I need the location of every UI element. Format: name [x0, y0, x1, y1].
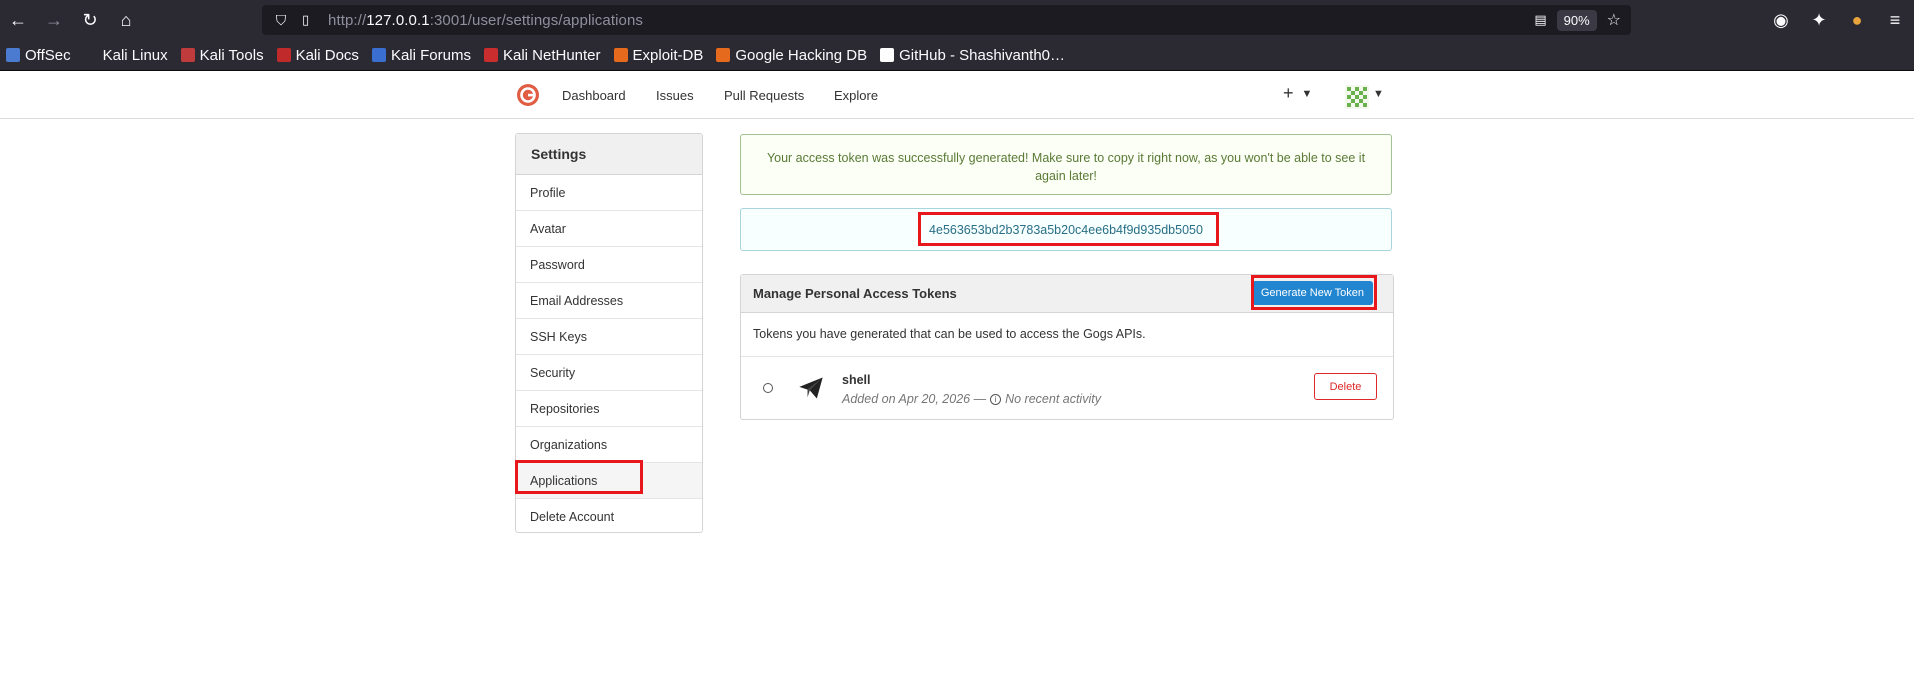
- bookmark-favicon-icon: [716, 48, 731, 62]
- bookmark-favicon-icon: [371, 48, 386, 62]
- sidebar-item-organizations[interactable]: Organizations: [516, 427, 702, 463]
- nav-explore[interactable]: Explore: [834, 71, 878, 119]
- caret-down-icon: ▼: [1301, 87, 1313, 100]
- bookmark-label: GitHub - Shashivanth0…: [899, 46, 1066, 64]
- sidebar-item-ssh-keys[interactable]: SSH Keys: [516, 319, 702, 355]
- bookmark-item[interactable]: Kali Linux: [83, 46, 168, 64]
- token-status-icon: [763, 383, 773, 393]
- bookmark-item[interactable]: Kali Tools: [180, 46, 264, 64]
- token-name: shell: [842, 373, 871, 387]
- bookmark-item[interactable]: Exploit-DB: [613, 46, 704, 64]
- bookmark-item[interactable]: GitHub - Shashivanth0…: [880, 47, 1065, 64]
- nav-dashboard[interactable]: Dashboard: [562, 71, 626, 119]
- delete-token-button[interactable]: Delete: [1314, 373, 1377, 400]
- bookmark-item[interactable]: Google Hacking DB: [716, 47, 867, 64]
- avatar-caret-icon[interactable]: ▼: [1373, 88, 1384, 100]
- bookmarks-bar: OffSec Kali Linux Kali Tools Kali Docs Kali …: [0, 40, 1914, 71]
- bookmark-favicon-icon: [180, 48, 195, 62]
- extension-avatar-icon[interactable]: ●: [1838, 2, 1876, 38]
- bookmark-favicon-icon: [6, 48, 20, 62]
- bookmark-label: Google Hacking DB: [735, 46, 868, 64]
- sidebar-item-delete-account[interactable]: Delete Account: [516, 499, 702, 535]
- bookmark-item[interactable]: Kali Forums: [371, 46, 471, 64]
- highlight-applications: [515, 460, 643, 494]
- account-icon[interactable]: ◉: [1762, 2, 1800, 38]
- sidebar-title: Settings: [516, 134, 702, 175]
- bookmark-label: Exploit-DB: [632, 46, 704, 64]
- browser-toolbar: ← → ↻ ⌂ ⛉ ▯ http://127.0.0.1:3001/user/s…: [0, 0, 1914, 40]
- token-added: Added on Apr 20, 2026 —: [842, 392, 987, 406]
- gogs-logo-icon[interactable]: [516, 83, 540, 107]
- panel-description: Tokens you have generated that can be us…: [741, 313, 1393, 357]
- bookmark-label: Kali Tools: [199, 46, 264, 64]
- site-header: Dashboard Issues Pull Requests Explore +…: [0, 71, 1914, 119]
- bookmark-label: Kali Docs: [295, 46, 359, 64]
- sidebar-item-password[interactable]: Password: [516, 247, 702, 283]
- bookmark-favicon-icon: [276, 48, 291, 62]
- bookmark-label: Kali Forums: [390, 46, 471, 64]
- nav-pull-requests[interactable]: Pull Requests: [724, 71, 804, 119]
- create-menu[interactable]: + ▼: [1283, 83, 1312, 104]
- sidebar-item-profile[interactable]: Profile: [516, 175, 702, 211]
- bookmark-item[interactable]: Kali Docs: [276, 46, 359, 64]
- url-text[interactable]: http://127.0.0.1:3001/user/settings/appl…: [328, 12, 643, 29]
- send-icon: [799, 377, 823, 399]
- bookmark-label: Kali NetHunter: [502, 46, 601, 64]
- plus-icon: +: [1283, 83, 1294, 103]
- highlight-token: [918, 212, 1219, 246]
- bookmark-favicon-icon: [83, 48, 98, 62]
- user-avatar[interactable]: [1345, 85, 1369, 109]
- bookmark-item[interactable]: OffSec: [6, 47, 71, 64]
- token-activity: No recent activity: [1005, 392, 1101, 406]
- sidebar-item-repositories[interactable]: Repositories: [516, 391, 702, 427]
- token-meta: Added on Apr 20, 2026 — i No recent acti…: [842, 392, 1101, 406]
- reload-icon[interactable]: ↻: [72, 2, 108, 38]
- menu-icon[interactable]: ≡: [1876, 2, 1914, 38]
- info-icon: i: [990, 393, 1002, 405]
- home-icon[interactable]: ⌂: [108, 2, 144, 38]
- bookmark-label: Kali Linux: [102, 46, 168, 64]
- bookmark-star-icon[interactable]: ☆: [1607, 10, 1621, 30]
- bookmark-favicon-icon: [483, 48, 498, 62]
- page-info-icon[interactable]: ▯: [302, 12, 318, 28]
- sidebar-item-security[interactable]: Security: [516, 355, 702, 391]
- back-icon[interactable]: ←: [0, 2, 36, 38]
- shield-icon[interactable]: ⛉: [272, 12, 290, 29]
- bookmark-item[interactable]: Kali NetHunter: [483, 46, 601, 64]
- nav-issues[interactable]: Issues: [656, 71, 694, 119]
- success-message: Your access token was successfully gener…: [740, 134, 1392, 195]
- sidebar-item-avatar[interactable]: Avatar: [516, 211, 702, 247]
- url-bar[interactable]: ⛉ ▯ http://127.0.0.1:3001/user/settings/…: [262, 5, 1631, 35]
- panel-title: Manage Personal Access Tokens: [753, 286, 957, 301]
- extensions-icon[interactable]: ✦: [1800, 2, 1838, 38]
- bookmark-favicon-icon: [613, 48, 628, 62]
- forward-icon[interactable]: →: [36, 2, 72, 38]
- sidebar-item-email-addresses[interactable]: Email Addresses: [516, 283, 702, 319]
- reader-view-icon[interactable]: ▤: [1534, 12, 1546, 28]
- zoom-level[interactable]: 90%: [1556, 9, 1597, 31]
- highlight-generate-button: [1251, 275, 1377, 310]
- bookmark-label: OffSec: [25, 46, 71, 64]
- bookmark-favicon-icon: [880, 48, 895, 62]
- token-row: shell Added on Apr 20, 2026 — i No recen…: [741, 357, 1393, 419]
